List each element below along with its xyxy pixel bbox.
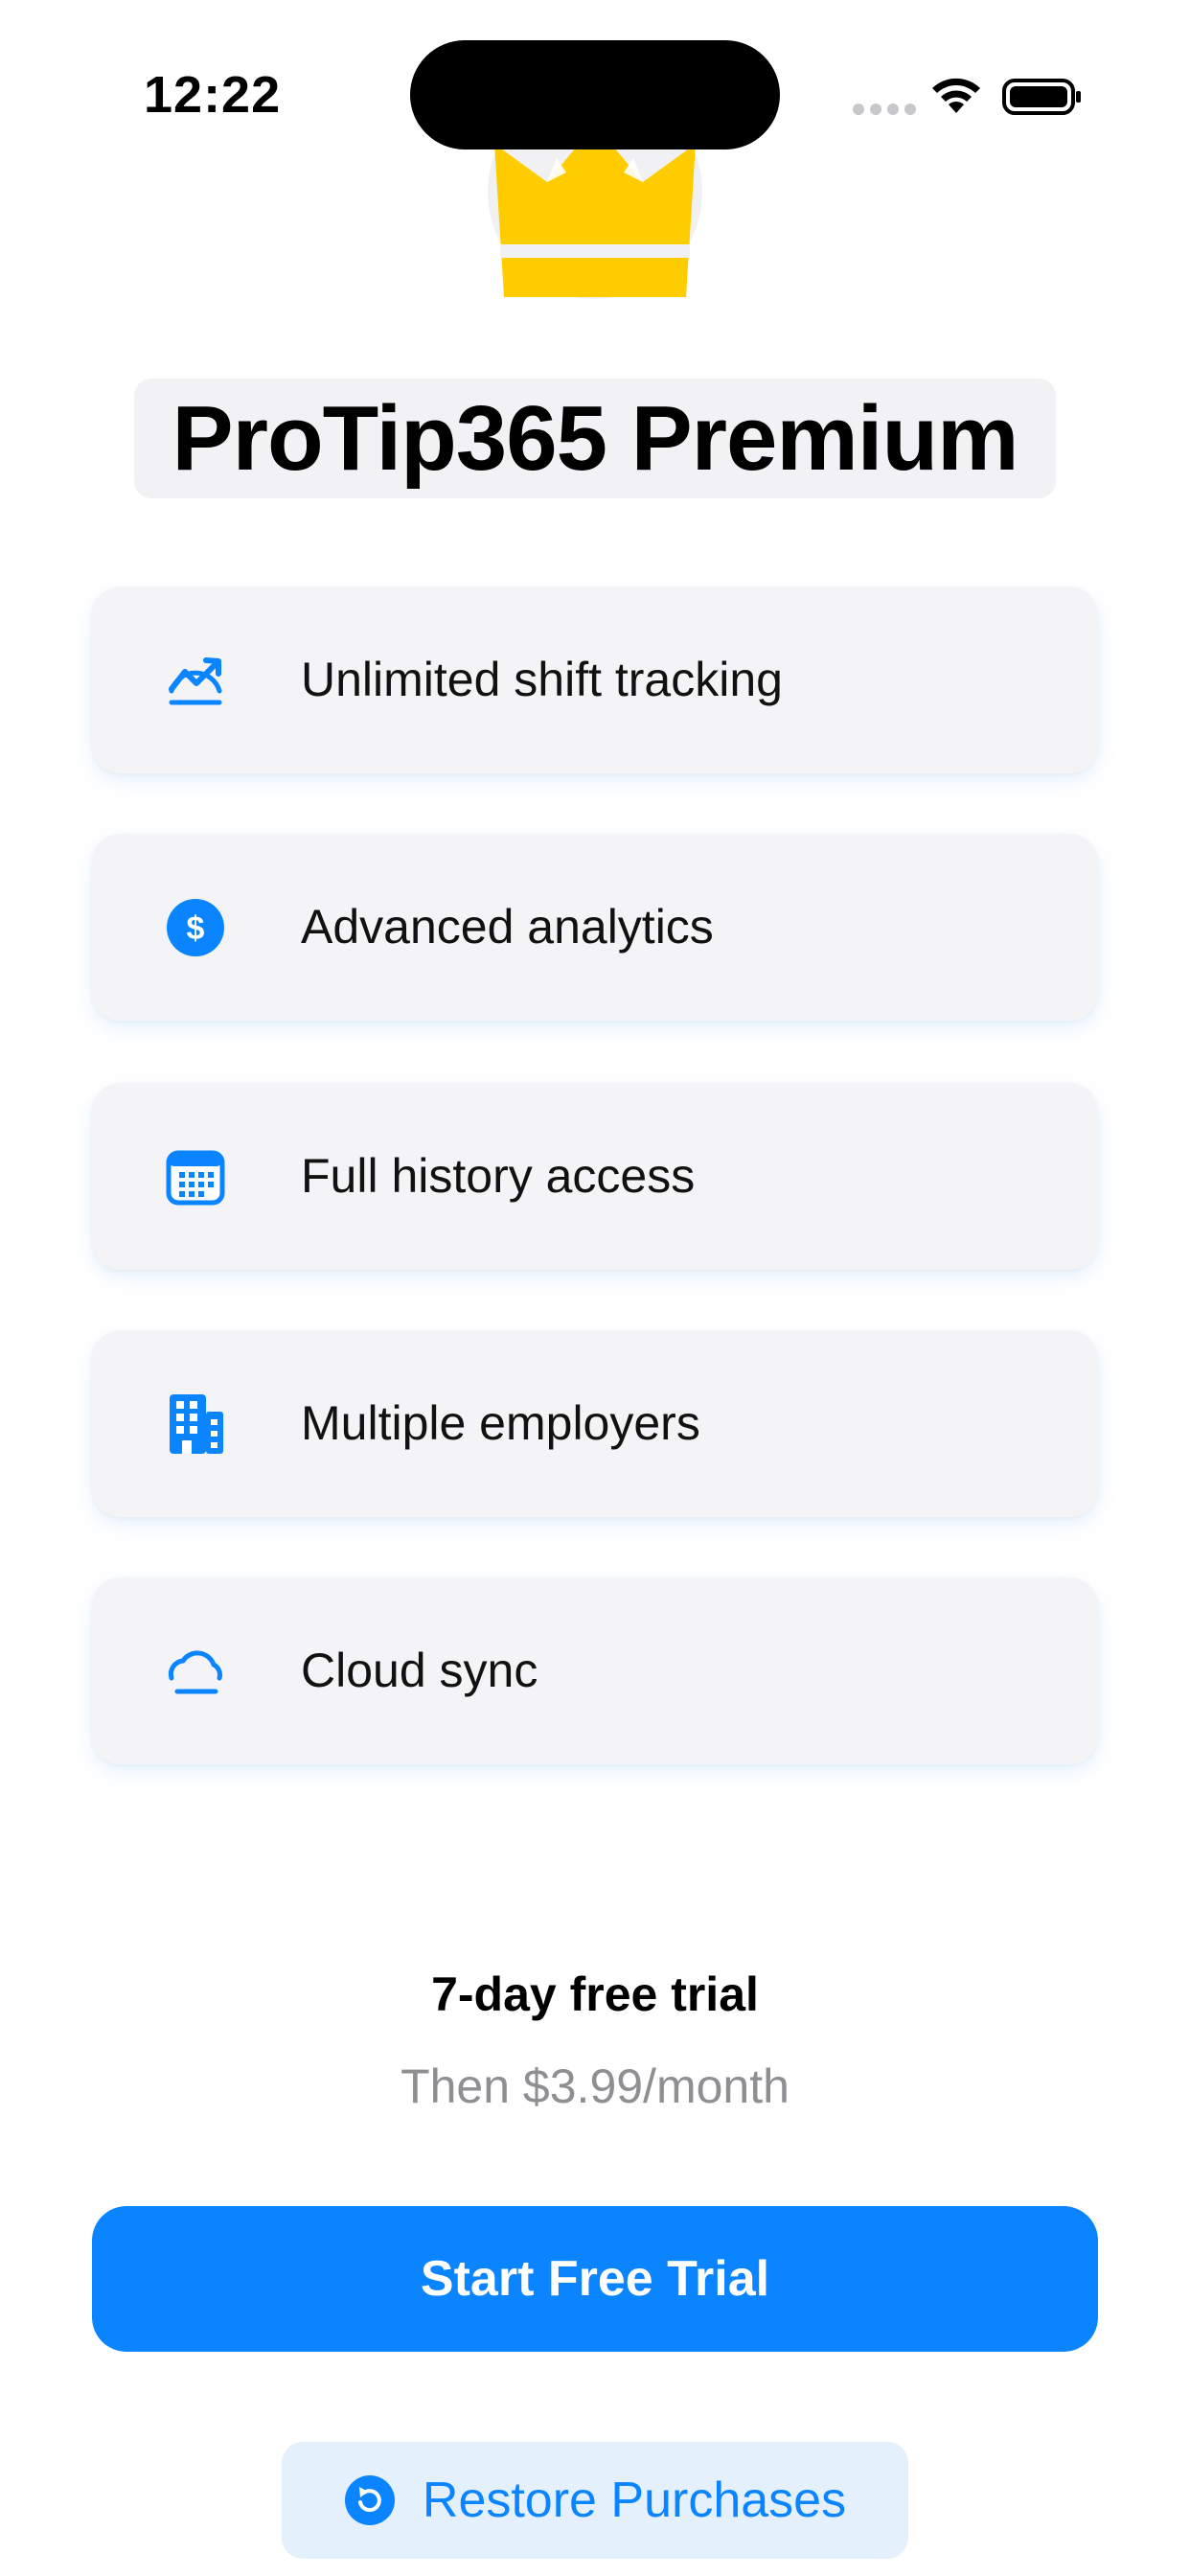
svg-text:$: $ (187, 910, 205, 947)
building-icon (164, 1392, 227, 1456)
restore-purchases-button[interactable]: Restore Purchases (282, 2442, 908, 2559)
feature-card-employers: Multiple employers (92, 1330, 1098, 1517)
feature-card-shift-tracking: Unlimited shift tracking (92, 586, 1098, 773)
status-time: 12:22 (144, 66, 282, 124)
cloud-icon (164, 1640, 227, 1703)
feature-label: Multiple employers (301, 1396, 700, 1450)
price-label: Then $3.99/month (400, 2059, 790, 2113)
trial-label: 7-day free trial (431, 1967, 759, 2021)
feature-label: Advanced analytics (301, 900, 714, 954)
dynamic-island (410, 40, 780, 150)
calendar-icon (164, 1145, 227, 1208)
wifi-icon (932, 78, 980, 113)
title-container: ProTip365 Premium (134, 379, 1056, 498)
restore-icon (344, 2475, 395, 2525)
feature-card-analytics: $ Advanced analytics (92, 834, 1098, 1021)
restore-purchases-label: Restore Purchases (422, 2472, 847, 2528)
battery-icon (1002, 79, 1081, 115)
feature-label: Unlimited shift tracking (301, 653, 783, 706)
chart-trend-icon (164, 649, 227, 712)
feature-label: Cloud sync (301, 1644, 538, 1697)
feature-card-history: Full history access (92, 1083, 1098, 1270)
dollar-circle-icon: $ (164, 896, 227, 959)
feature-card-cloud-sync: Cloud sync (92, 1577, 1098, 1764)
feature-label: Full history access (301, 1149, 696, 1203)
page-title: ProTip365 Premium (172, 386, 1019, 490)
cellular-signal-icon (853, 104, 916, 115)
start-free-trial-label: Start Free Trial (420, 2251, 770, 2307)
start-free-trial-button[interactable]: Start Free Trial (92, 2206, 1098, 2352)
